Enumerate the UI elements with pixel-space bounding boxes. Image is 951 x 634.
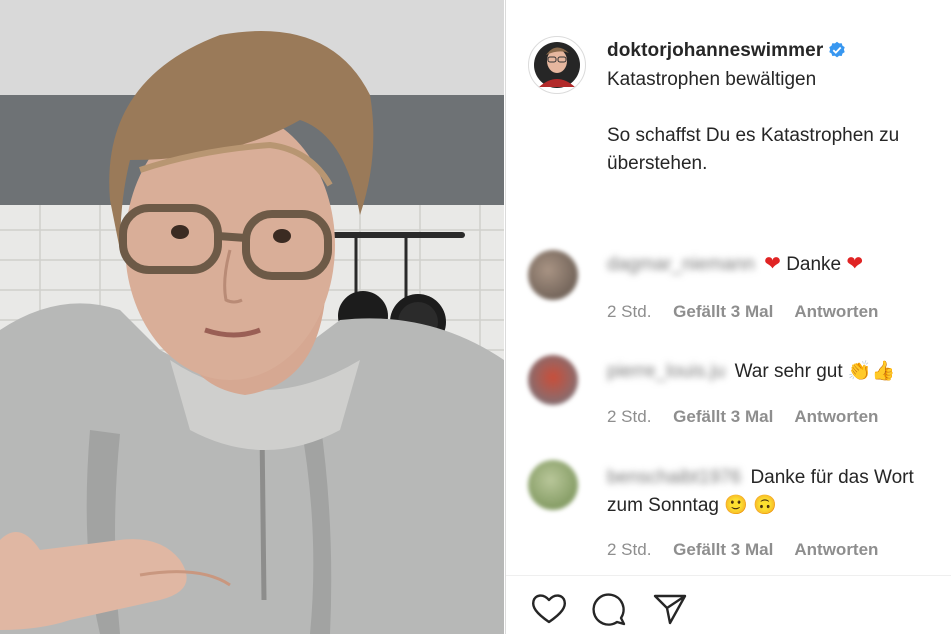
- comment-likes[interactable]: Gefällt 3 Mal: [673, 540, 773, 559]
- owner-avatar-image: [534, 42, 580, 88]
- commenter-name[interactable]: benschaibt1976: [607, 467, 741, 488]
- comment-message: Danke: [786, 254, 842, 275]
- comment-time[interactable]: 2 Std.: [607, 540, 651, 559]
- commenter-avatar[interactable]: [528, 355, 578, 405]
- video-frame-image: [0, 0, 504, 634]
- comment-likes[interactable]: Gefällt 3 Mal: [673, 302, 773, 321]
- comment-time[interactable]: 2 Std.: [607, 302, 651, 321]
- post-username[interactable]: doktorjohanneswimmer: [607, 40, 846, 62]
- owner-avatar[interactable]: [528, 36, 586, 94]
- red-heart-emoji-icon: ❤: [846, 253, 864, 275]
- comment-icon[interactable]: [590, 590, 628, 628]
- clapping-hands-emoji-icon: 👏: [847, 361, 872, 382]
- comment-meta: 2 Std. Gefällt 3 Mal Antworten: [607, 407, 895, 427]
- reply-button[interactable]: Antworten: [794, 540, 878, 559]
- reply-button[interactable]: Antworten: [794, 302, 878, 321]
- slightly-smiling-face-emoji-icon: 🙂: [724, 495, 748, 516]
- comment-message: War sehr gut: [734, 361, 843, 382]
- comment-likes[interactable]: Gefällt 3 Mal: [673, 407, 773, 426]
- reply-button[interactable]: Antworten: [794, 407, 878, 426]
- post-video[interactable]: [0, 0, 504, 634]
- comment-text: dagmar_niemann ❤ Danke ❤: [607, 250, 947, 279]
- verified-badge-icon: [829, 41, 846, 58]
- commenter-name[interactable]: dagmar_niemann: [607, 254, 755, 275]
- caption-body: So schaffst Du es Katastrophen zu überst…: [607, 125, 900, 174]
- comment-meta: 2 Std. Gefällt 3 Mal Antworten: [607, 540, 895, 560]
- thumbs-up-emoji-icon: 👍: [871, 361, 896, 382]
- actions-divider: [506, 575, 951, 576]
- comment-text: benschaibt1976 Danke für das Wort zum So…: [607, 464, 947, 520]
- username-text: doktorjohanneswimmer: [607, 40, 824, 61]
- comment-meta: 2 Std. Gefällt 3 Mal Antworten: [607, 302, 895, 322]
- commenter-avatar[interactable]: [528, 250, 578, 300]
- post-actions: [530, 590, 707, 630]
- commenter-name[interactable]: pierre_louis.ju: [607, 361, 725, 382]
- commenter-avatar[interactable]: [528, 460, 578, 510]
- comment-text: pierre_louis.ju War sehr gut 👏👍: [607, 358, 947, 386]
- upside-down-face-emoji-icon: 🙃: [753, 495, 777, 516]
- share-icon[interactable]: [651, 590, 689, 628]
- post-sidebar: doktorjohanneswimmer Katastrophen bewält…: [505, 0, 951, 634]
- comment-time[interactable]: 2 Std.: [607, 407, 651, 426]
- red-heart-emoji-icon: ❤: [764, 253, 781, 275]
- heart-icon[interactable]: [530, 590, 568, 628]
- caption-title: Katastrophen bewältigen: [607, 69, 817, 90]
